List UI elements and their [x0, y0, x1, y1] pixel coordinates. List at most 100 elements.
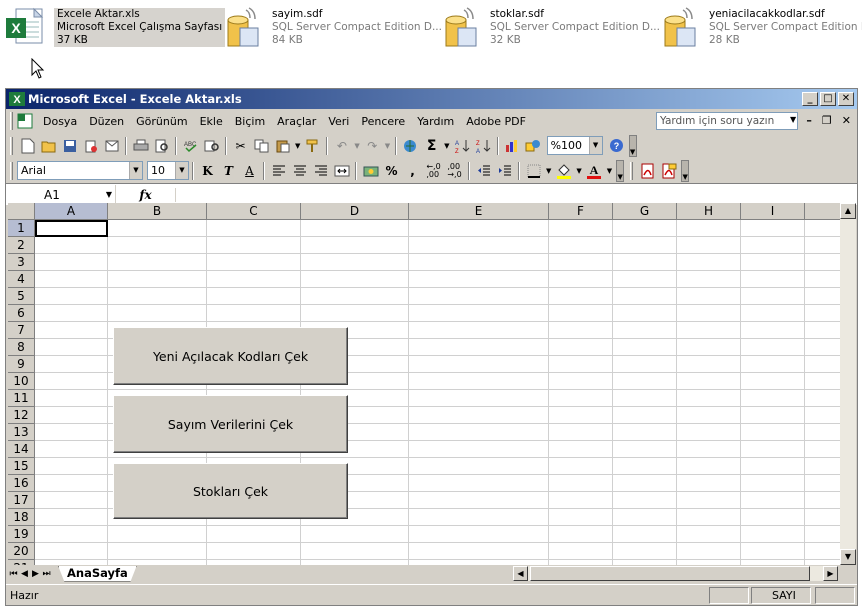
cell[interactable]	[108, 220, 207, 237]
sort-descending-icon[interactable]: ZA	[473, 135, 494, 156]
cell[interactable]	[805, 424, 840, 441]
cell[interactable]	[613, 237, 677, 254]
toolbar-options-icon[interactable]: ▼	[628, 134, 637, 157]
cell[interactable]	[741, 390, 805, 407]
font-dropdown-icon[interactable]: ▼	[129, 162, 142, 179]
cell[interactable]	[549, 543, 613, 560]
cell[interactable]	[549, 492, 613, 509]
yeni-kodlar-cek-button[interactable]: Yeni Açılacak Kodları Çek	[113, 327, 348, 385]
cell[interactable]	[549, 526, 613, 543]
cell[interactable]	[741, 356, 805, 373]
cell[interactable]	[207, 271, 301, 288]
hyperlink-icon[interactable]	[400, 135, 421, 156]
menu-yardim[interactable]: Yardım	[411, 115, 460, 128]
title-bar[interactable]: X Microsoft Excel - Excele Aktar.xls _ □…	[6, 89, 857, 109]
font-color-dropdown-icon[interactable]: ▼	[607, 167, 612, 175]
cell[interactable]	[35, 373, 108, 390]
cell[interactable]	[677, 458, 741, 475]
cell[interactable]	[35, 322, 108, 339]
font-size-select[interactable]: 10 ▼	[147, 161, 189, 180]
cell[interactable]	[805, 509, 840, 526]
cell[interactable]	[677, 339, 741, 356]
cell[interactable]	[549, 441, 613, 458]
cell[interactable]	[677, 271, 741, 288]
align-center-icon[interactable]	[289, 160, 310, 181]
cell[interactable]	[409, 322, 549, 339]
cell[interactable]	[805, 458, 840, 475]
last-sheet-icon[interactable]: ⏭	[41, 569, 52, 579]
row-header[interactable]: 10	[8, 373, 35, 390]
doc-minimize-icon[interactable]: –	[806, 114, 812, 127]
cell[interactable]	[549, 322, 613, 339]
open-folder-icon[interactable]	[38, 135, 59, 156]
email-icon[interactable]	[101, 135, 122, 156]
help-search-input[interactable]: Yardım için soru yazın	[656, 112, 798, 130]
horizontal-scrollbar[interactable]: ◀ ▶	[513, 566, 838, 581]
bold-button[interactable]: K	[197, 160, 218, 181]
cell[interactable]	[741, 458, 805, 475]
cell[interactable]	[741, 339, 805, 356]
vertical-scrollbar[interactable]: ▲ ▼	[840, 203, 856, 565]
menu-adobe-pdf[interactable]: Adobe PDF	[460, 115, 532, 128]
print-preview-icon[interactable]	[151, 135, 172, 156]
help-dropdown-icon[interactable]: ▼	[790, 115, 796, 124]
cell[interactable]	[409, 271, 549, 288]
align-right-icon[interactable]	[310, 160, 331, 181]
column-header-a[interactable]: A	[35, 203, 108, 220]
print-icon[interactable]	[130, 135, 151, 156]
help-icon[interactable]: ?	[606, 135, 627, 156]
autosum-dropdown-icon[interactable]: ▼	[444, 142, 449, 150]
cell[interactable]	[805, 492, 840, 509]
cell[interactable]	[301, 271, 409, 288]
row-header[interactable]: 7	[8, 322, 35, 339]
convert-to-pdf-icon[interactable]	[637, 160, 658, 181]
toolbar-options-icon[interactable]: ▼	[616, 159, 625, 182]
cell[interactable]	[108, 526, 207, 543]
cell[interactable]	[805, 441, 840, 458]
cell[interactable]	[549, 237, 613, 254]
cell[interactable]	[613, 322, 677, 339]
cell[interactable]	[301, 220, 409, 237]
cell[interactable]	[613, 288, 677, 305]
stoklari-cek-button[interactable]: Stokları Çek	[113, 463, 348, 519]
row-header[interactable]: 9	[8, 356, 35, 373]
cell[interactable]	[677, 390, 741, 407]
cell[interactable]	[741, 271, 805, 288]
underline-button[interactable]: A	[239, 160, 260, 181]
cell[interactable]	[677, 356, 741, 373]
document-icon[interactable]	[17, 113, 33, 129]
cell[interactable]	[35, 458, 108, 475]
cell[interactable]	[35, 441, 108, 458]
cell[interactable]	[207, 288, 301, 305]
cell[interactable]	[35, 407, 108, 424]
cell[interactable]	[35, 492, 108, 509]
cell[interactable]	[741, 543, 805, 560]
column-header-d[interactable]: D	[301, 203, 409, 220]
cell[interactable]	[613, 220, 677, 237]
cell[interactable]	[741, 526, 805, 543]
scroll-up-icon[interactable]: ▲	[840, 203, 856, 219]
minimize-button[interactable]: _	[802, 92, 818, 106]
cell[interactable]	[741, 237, 805, 254]
zoom-select[interactable]: %100 ▼	[546, 136, 603, 155]
comma-style-icon[interactable]: ,	[402, 160, 423, 181]
autosum-icon[interactable]: Σ	[421, 135, 442, 156]
cell[interactable]	[549, 254, 613, 271]
cell[interactable]	[677, 322, 741, 339]
convert-and-email-pdf-icon[interactable]	[658, 160, 679, 181]
cell[interactable]	[301, 305, 409, 322]
menu-duzen[interactable]: Düzen	[83, 115, 130, 128]
cell[interactable]	[35, 475, 108, 492]
cell[interactable]	[207, 254, 301, 271]
cell[interactable]	[613, 407, 677, 424]
cell[interactable]	[301, 237, 409, 254]
decrease-decimal-icon[interactable]: ,00 →,0	[444, 160, 465, 181]
increase-decimal-icon[interactable]: ←,0,00	[423, 160, 444, 181]
cell[interactable]	[613, 526, 677, 543]
cell[interactable]	[613, 543, 677, 560]
spelling-icon[interactable]: ABC	[180, 135, 201, 156]
doc-close-icon[interactable]: ✕	[842, 114, 851, 127]
cell[interactable]	[677, 373, 741, 390]
active-cell[interactable]	[35, 220, 108, 237]
cell[interactable]	[677, 220, 741, 237]
